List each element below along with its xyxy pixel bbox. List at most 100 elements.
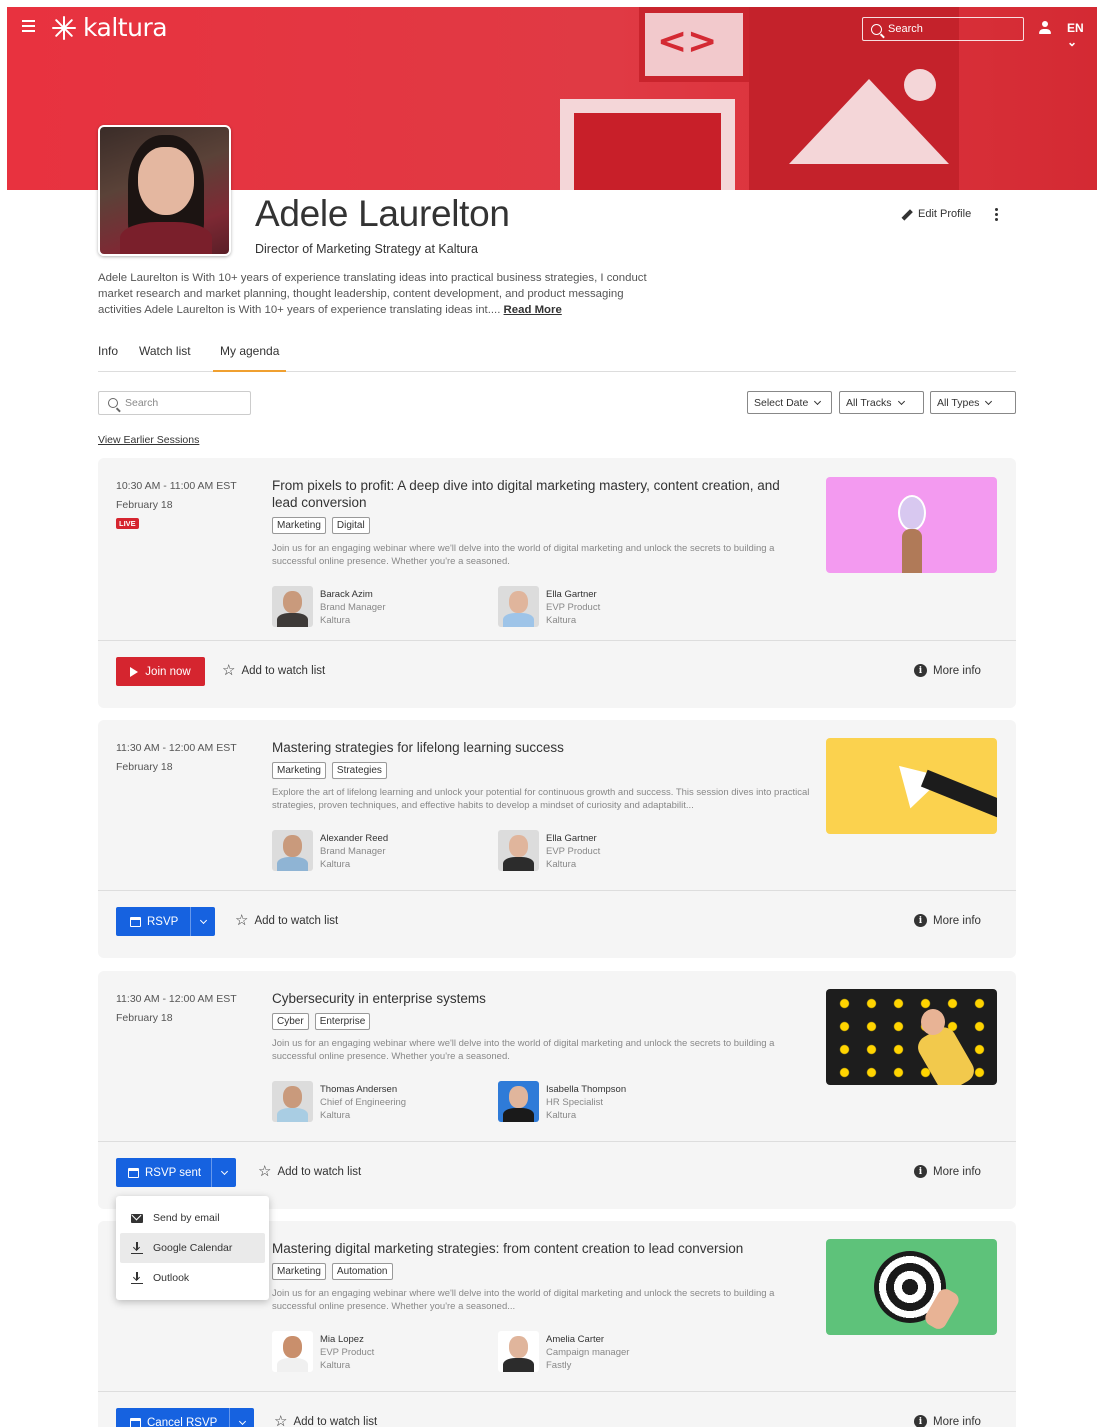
speaker-title: EVP Product: [546, 846, 601, 857]
tag[interactable]: Marketing: [272, 762, 326, 779]
add-to-watch-list-button[interactable]: ☆ Add to watch list: [235, 912, 339, 929]
session-date: February 18: [116, 1012, 173, 1024]
add-to-watch-list-button[interactable]: ☆ Add to watch list: [258, 1163, 362, 1180]
tracks-dropdown[interactable]: All Tracks: [839, 391, 924, 414]
rsvp-split-button: RSVP: [116, 907, 216, 936]
rsvp-options-toggle[interactable]: [212, 1158, 236, 1187]
header-search-placeholder: Search: [888, 23, 923, 35]
add-to-watch-label: Add to watch list: [254, 914, 339, 927]
tag[interactable]: Marketing: [272, 517, 326, 534]
star-icon: ☆: [274, 1413, 288, 1427]
rsvp-options-toggle[interactable]: [230, 1408, 254, 1427]
session-description: Join us for an engaging webinar where we…: [272, 1038, 775, 1062]
view-earlier-sessions-link[interactable]: View Earlier Sessions: [98, 434, 199, 446]
session-thumbnail[interactable]: [826, 477, 997, 573]
rsvp-options-toggle[interactable]: [191, 907, 215, 936]
more-info-button[interactable]: i More info: [914, 914, 981, 927]
agenda-search-placeholder: Search: [125, 397, 159, 409]
rsvp-sent-split-button: RSVP sent: [116, 1158, 237, 1187]
language-selector[interactable]: EN ⌄: [1067, 21, 1097, 49]
add-to-watch-label: Add to watch list: [293, 1415, 378, 1427]
bio-text: Adele Laurelton is With 10+ years of exp…: [98, 272, 647, 316]
types-dropdown-label: All Types: [937, 396, 980, 409]
profile-bio: Adele Laurelton is With 10+ years of exp…: [98, 270, 658, 318]
tag[interactable]: Strategies: [331, 762, 387, 779]
speaker-photo: [498, 1081, 539, 1122]
speaker-photo: [498, 586, 539, 627]
speaker-photo: [272, 1331, 313, 1372]
speaker[interactable]: Alexander Reed Brand Manager Kaltura: [272, 830, 388, 871]
download-icon: [131, 1242, 143, 1254]
add-to-watch-list-button[interactable]: ☆ Add to watch list: [274, 1413, 378, 1427]
speaker[interactable]: Barack Azim Brand Manager Kaltura: [272, 586, 385, 627]
speaker-photo: [498, 830, 539, 871]
menu-item-label: Outlook: [153, 1272, 190, 1284]
speaker[interactable]: Mia Lopez EVP Product Kaltura: [272, 1331, 374, 1372]
profile-name: Adele Laurelton: [255, 193, 510, 234]
chevron-down-icon: [199, 916, 207, 924]
send-by-email-option[interactable]: Send by email: [116, 1203, 269, 1233]
session-title[interactable]: Mastering digital marketing strategies: …: [272, 1240, 802, 1257]
speaker-company: Fastly: [546, 1360, 572, 1371]
speaker[interactable]: Amelia Carter Campaign manager Fastly: [498, 1331, 629, 1372]
date-dropdown[interactable]: Select Date: [747, 391, 832, 414]
star-icon: ☆: [235, 912, 249, 929]
speaker-title: Campaign manager: [546, 1347, 630, 1358]
tag[interactable]: Automation: [331, 1263, 393, 1280]
date-dropdown-label: Select Date: [754, 396, 809, 409]
outlook-option[interactable]: Outlook: [116, 1263, 269, 1293]
read-more-link[interactable]: Read More: [504, 304, 562, 316]
speaker-company: Kaltura: [320, 615, 351, 626]
chevron-down-icon: [220, 1167, 228, 1175]
tag[interactable]: Digital: [331, 517, 370, 534]
session-title[interactable]: Mastering strategies for lifelong learni…: [272, 739, 802, 756]
session-thumbnail[interactable]: [826, 738, 997, 834]
tracks-dropdown-label: All Tracks: [846, 396, 892, 409]
session-card: 10:30 AM - 11:00 AM EST February 18 LIVE…: [98, 458, 1016, 708]
session-title[interactable]: From pixels to profit: A deep dive into …: [272, 477, 802, 511]
add-to-watch-label: Add to watch list: [277, 1165, 362, 1178]
profile-avatar: [98, 125, 231, 256]
google-calendar-option[interactable]: Google Calendar: [120, 1233, 265, 1263]
search-icon: [871, 23, 882, 35]
kaltura-logo[interactable]: kaltura: [51, 13, 168, 42]
session-thumbnail[interactable]: [826, 1239, 997, 1335]
session-title[interactable]: Cybersecurity in enterprise systems: [272, 990, 802, 1007]
rsvp-button[interactable]: RSVP: [116, 907, 192, 936]
edit-profile-button[interactable]: Edit Profile: [900, 208, 971, 220]
hamburger-menu-icon[interactable]: [22, 20, 35, 32]
cancel-rsvp-button[interactable]: Cancel RSVP: [116, 1408, 231, 1427]
session-thumbnail[interactable]: [826, 989, 997, 1085]
session-tags: Cyber Enterprise: [272, 1013, 371, 1030]
speaker-name: Thomas Andersen: [320, 1084, 398, 1095]
tab-watch-list[interactable]: Watch list: [139, 344, 191, 358]
tab-my-agenda[interactable]: My agenda: [213, 344, 287, 372]
speaker[interactable]: Ella Gartner EVP Product Kaltura: [498, 586, 600, 627]
join-now-label: Join now: [145, 665, 191, 678]
agenda-search-input[interactable]: Search: [98, 391, 251, 415]
tag[interactable]: Cyber: [272, 1013, 309, 1030]
tab-info[interactable]: Info: [98, 344, 118, 358]
add-to-watch-list-button[interactable]: ☆ Add to watch list: [222, 663, 325, 678]
tag[interactable]: Marketing: [272, 1263, 326, 1280]
tag[interactable]: Enterprise: [314, 1013, 371, 1030]
header-search-input[interactable]: Search: [862, 17, 1024, 41]
speaker[interactable]: Thomas Andersen Chief of Engineering Kaltu…: [272, 1081, 406, 1122]
mail-icon: [131, 1213, 143, 1223]
rsvp-sent-button[interactable]: RSVP sent: [116, 1158, 213, 1187]
speaker-photo: [272, 586, 313, 627]
session-description: Join us for an engaging webinar where we…: [272, 1288, 775, 1312]
join-now-button[interactable]: Join now: [116, 657, 205, 686]
star-icon: ☆: [258, 1163, 272, 1180]
speaker[interactable]: Ella Gartner EVP Product Kaltura: [498, 830, 600, 871]
more-info-button[interactable]: i More info: [914, 1165, 981, 1178]
top-navigation-bar: kaltura Search EN ⌄: [7, 7, 1097, 49]
types-dropdown[interactable]: All Types: [930, 391, 1016, 414]
more-info-button[interactable]: i More info: [914, 664, 981, 677]
search-icon: [108, 398, 118, 408]
chevron-down-icon: [814, 397, 822, 405]
more-info-button[interactable]: i More info: [914, 1415, 981, 1427]
user-icon[interactable]: [1039, 21, 1051, 35]
more-options-icon[interactable]: [995, 208, 999, 222]
speaker[interactable]: Isabella Thompson HR Specialist Kaltura: [498, 1081, 626, 1122]
